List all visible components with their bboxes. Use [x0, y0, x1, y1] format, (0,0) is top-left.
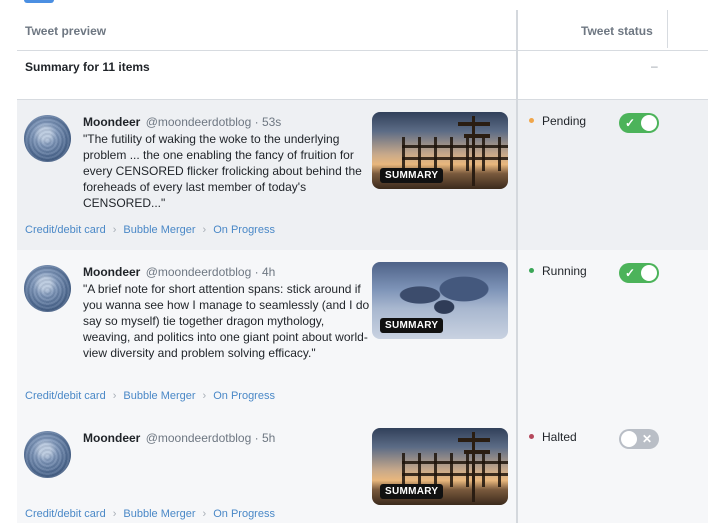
chevron-right-icon: ›: [202, 390, 207, 402]
status-label: Running: [542, 264, 587, 278]
fence-graphic: [402, 137, 508, 171]
summary-badge: SUMMARY: [380, 484, 444, 499]
tweet-thumbnail[interactable]: SUMMARY: [372, 112, 508, 189]
checkmark-icon: ✓: [625, 116, 636, 130]
author-handle: @moondeerdotblog · 5h: [145, 431, 276, 445]
summary-row: Summary for 11 items –: [17, 51, 708, 100]
column-divider[interactable]: [516, 10, 518, 523]
table-header: Tweet preview Tweet status: [17, 10, 708, 51]
status-dot-icon: [529, 434, 534, 440]
avatar[interactable]: [24, 115, 71, 162]
author-handle: @moondeerdotblog · 4h: [145, 265, 276, 279]
breadcrumb-item[interactable]: Bubble Merger: [123, 224, 195, 236]
signpost-graphic: [458, 432, 490, 502]
status-label: Pending: [542, 114, 587, 128]
table-row[interactable]: Moondeer @moondeerdotblog · 53s "The fut…: [17, 100, 708, 250]
chevron-right-icon: ›: [112, 224, 117, 236]
tweet-text: "A brief note for short attention spans:…: [83, 282, 370, 360]
breadcrumb-item[interactable]: Credit/debit card: [25, 224, 106, 236]
summary-badge: SUMMARY: [380, 318, 444, 333]
avatar[interactable]: [24, 265, 71, 312]
breadcrumb-item[interactable]: Bubble Merger: [123, 508, 195, 520]
chevron-right-icon: ›: [112, 508, 117, 520]
breadcrumb-item[interactable]: Bubble Merger: [123, 390, 195, 402]
breadcrumb: Credit/debit card › Bubble Merger › On Progr…: [25, 508, 275, 520]
summary-badge: SUMMARY: [380, 168, 444, 183]
tweet-text: "The futility of waking the woke to the …: [83, 132, 362, 210]
checkmark-icon: ✓: [625, 266, 636, 280]
breadcrumb: Credit/debit card › Bubble Merger › On Progr…: [25, 224, 275, 236]
tweet-header: Moondeer @moondeerdotblog · 4h: [83, 265, 275, 279]
summary-status: –: [651, 59, 658, 73]
top-accent-bar: [24, 0, 54, 3]
status-indicator: Pending: [529, 114, 586, 128]
author-name[interactable]: Moondeer: [83, 431, 140, 445]
status-toggle[interactable]: ✓: [619, 263, 659, 283]
chevron-right-icon: ›: [202, 224, 207, 236]
tweet-thumbnail[interactable]: SUMMARY: [372, 428, 508, 505]
summary-label: Summary for 11 items: [25, 60, 150, 74]
breadcrumb: Credit/debit card › Bubble Merger › On Progr…: [25, 390, 275, 402]
chevron-right-icon: ›: [112, 390, 117, 402]
breadcrumb-item[interactable]: On Progress: [213, 390, 275, 402]
tweet-header: Moondeer @moondeerdotblog · 53s: [83, 115, 281, 129]
column-header-tweet-preview[interactable]: Tweet preview: [25, 24, 106, 38]
breadcrumb-item[interactable]: Credit/debit card: [25, 508, 106, 520]
breadcrumb-item[interactable]: Credit/debit card: [25, 390, 106, 402]
tweet-thumbnail[interactable]: SUMMARY: [372, 262, 508, 339]
fence-graphic: [402, 453, 508, 487]
status-indicator: Halted: [529, 430, 577, 444]
table-row[interactable]: Moondeer @moondeerdotblog · 4h "A brief …: [17, 250, 708, 416]
status-dot-icon: [529, 118, 534, 124]
status-label: Halted: [542, 430, 577, 444]
toggle-knob: [621, 431, 637, 447]
column-divider: [667, 10, 668, 48]
status-dot-icon: [529, 268, 534, 274]
chevron-right-icon: ›: [202, 508, 207, 520]
table-row[interactable]: Moondeer @moondeerdotblog · 5h SUMMARY C…: [17, 416, 708, 523]
toggle-knob: [641, 265, 657, 281]
status-toggle[interactable]: ✓: [619, 113, 659, 133]
author-handle: @moondeerdotblog · 53s: [145, 115, 282, 129]
breadcrumb-item[interactable]: On Progress: [213, 224, 275, 236]
breadcrumb-item[interactable]: On Progress: [213, 508, 275, 520]
tweet-header: Moondeer @moondeerdotblog · 5h: [83, 431, 275, 445]
author-name[interactable]: Moondeer: [83, 115, 140, 129]
status-toggle[interactable]: ✕: [619, 429, 659, 449]
signpost-graphic: [458, 116, 490, 186]
author-name[interactable]: Moondeer: [83, 265, 140, 279]
avatar[interactable]: [24, 431, 71, 478]
toggle-knob: [641, 115, 657, 131]
close-icon: ✕: [642, 432, 653, 446]
status-indicator: Running: [529, 264, 587, 278]
column-header-tweet-status[interactable]: Tweet status: [581, 24, 653, 38]
